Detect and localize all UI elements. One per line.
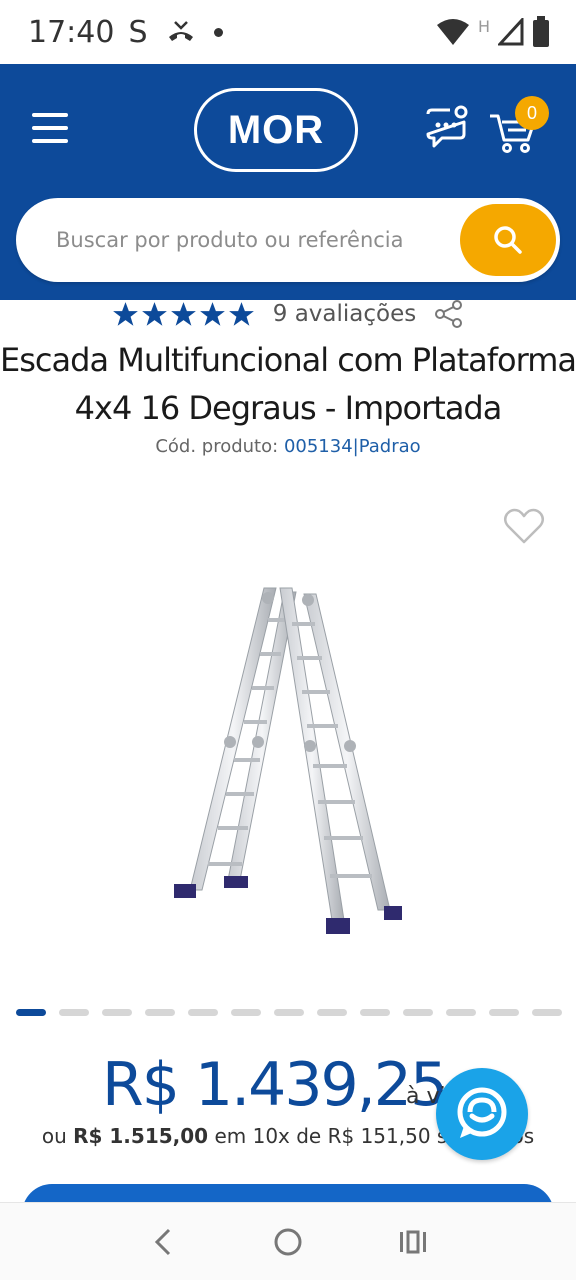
battery-icon [533, 16, 549, 47]
installments-prefix: ou [41, 1124, 67, 1148]
menu-button[interactable] [32, 110, 68, 146]
back-chevron-icon [154, 1228, 170, 1255]
search-icon [494, 226, 522, 254]
recents-icon [400, 1230, 427, 1253]
carousel-dot[interactable] [532, 1008, 562, 1016]
star-icon [141, 301, 167, 326]
carousel-dot[interactable] [16, 1008, 46, 1016]
carousel-dot[interactable] [231, 1008, 261, 1016]
product-title-line: Escada Multifuncional com Plataforma [0, 341, 576, 379]
chat-support-icon [457, 1087, 507, 1138]
rating-row: 9 avaliações [0, 294, 576, 334]
carousel-dot[interactable] [274, 1008, 304, 1016]
star-icon [112, 301, 138, 326]
status-bar: 17:40 S H [0, 0, 576, 64]
nav-home-button[interactable] [268, 1222, 308, 1262]
product-code-label: Cód. produto: [155, 436, 279, 457]
status-system-icons: H [436, 16, 550, 48]
status-notification-icons: S [128, 14, 223, 50]
nav-back-button[interactable] [143, 1222, 183, 1262]
price-main: R$ 1.439,25 [102, 1050, 448, 1120]
star-rating [112, 301, 255, 328]
home-circle-icon [274, 1228, 302, 1255]
ladder-left-section [174, 587, 297, 898]
hamburger-icon-bar [32, 113, 68, 117]
star-icon [170, 301, 196, 326]
search-input[interactable] [56, 198, 446, 282]
product-image[interactable] [160, 580, 420, 950]
chat-fab-button[interactable] [436, 1068, 528, 1160]
status-time: 17:40 [28, 14, 115, 50]
carousel-dot[interactable] [145, 1008, 175, 1016]
nav-recents-button[interactable] [393, 1222, 433, 1262]
installments-total: R$ 1.515,00 [73, 1124, 209, 1148]
cell-signal-icon [498, 18, 524, 46]
wifi-icon [436, 19, 469, 45]
product-code-value: 005134|Padrao [283, 436, 421, 457]
network-type-icon: H [477, 16, 490, 36]
carousel-dot[interactable] [403, 1008, 433, 1016]
ladder-right-section [279, 587, 402, 934]
notification-dot-icon [213, 27, 223, 37]
cart-count-badge: 0 [515, 96, 549, 130]
heart-icon[interactable] [502, 506, 546, 546]
chat-bubble-icon[interactable] [420, 104, 472, 152]
carousel-dot[interactable] [360, 1008, 390, 1016]
share-icon[interactable] [434, 299, 464, 329]
search-bar [16, 198, 560, 282]
reviews-link[interactable]: 9 avaliações [273, 301, 416, 327]
product-title-line: 4x4 16 Degraus - Importada [74, 389, 503, 427]
product-code: Cód. produto: 005134|Padrao [0, 436, 576, 457]
carousel-dot[interactable] [446, 1008, 476, 1016]
carousel-dot[interactable] [188, 1008, 218, 1016]
search-button[interactable] [460, 204, 556, 276]
carousel-dot[interactable] [317, 1008, 347, 1016]
image-carousel-dots [16, 1006, 562, 1018]
star-icon [228, 301, 254, 326]
carrier-icon: S [128, 14, 148, 50]
product-title: Escada Multifuncional com Plataforma 4x4… [0, 336, 576, 432]
carousel-dot[interactable] [59, 1008, 89, 1016]
carousel-dot[interactable] [489, 1008, 519, 1016]
carousel-dot[interactable] [102, 1008, 132, 1016]
hamburger-icon-bar [32, 126, 68, 130]
star-icon [199, 301, 225, 326]
missed-call-icon [168, 21, 193, 41]
brand-logo[interactable]: MOR [194, 88, 358, 172]
system-nav-bar [0, 1202, 576, 1280]
hamburger-icon-bar [32, 139, 68, 143]
